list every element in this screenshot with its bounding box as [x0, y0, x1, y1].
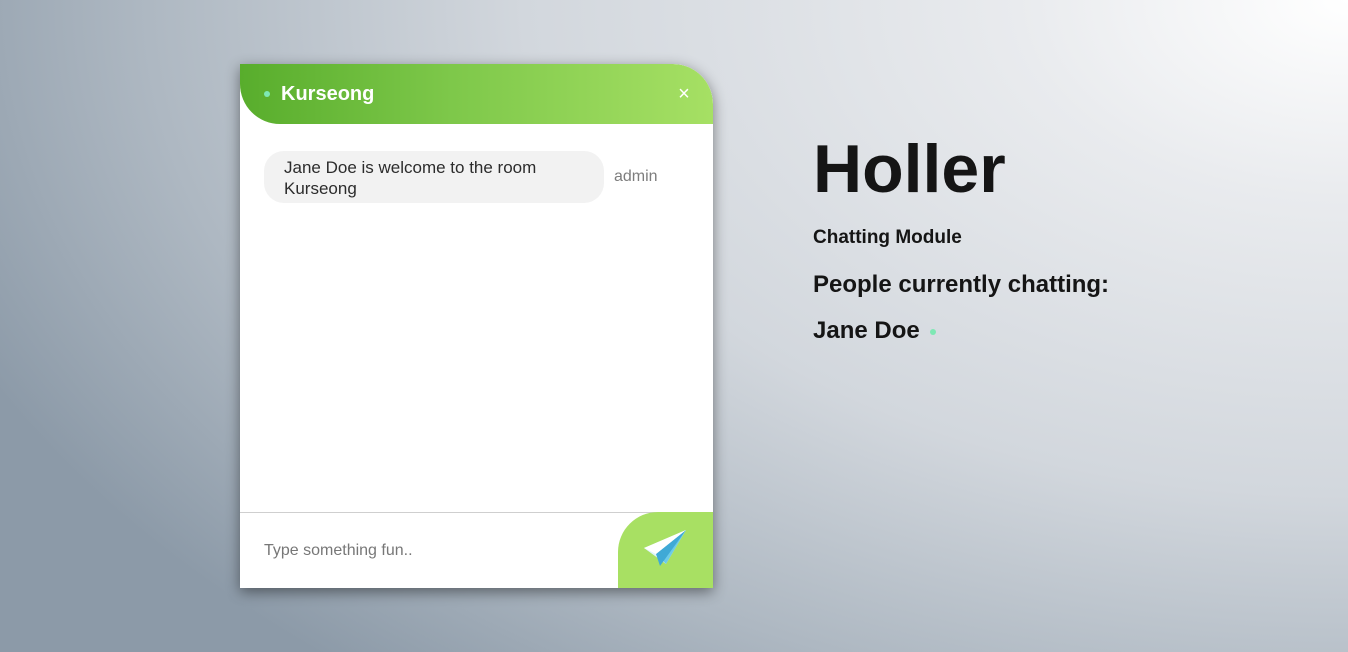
room-name: Kurseong: [281, 83, 375, 105]
message-composer: [240, 512, 713, 588]
message-bubble: Jane Doe is welcome to the room Kurseong: [264, 151, 604, 203]
chat-window: Kurseong × Jane Doe is welcome to the ro…: [240, 64, 713, 588]
message-list: Jane Doe is welcome to the room Kurseong…: [240, 124, 713, 512]
people-heading: People currently chatting:: [813, 271, 1110, 298]
person-item: Jane Doe: [813, 317, 936, 345]
person-name: Jane Doe: [813, 317, 920, 344]
paper-plane-icon: [644, 530, 686, 566]
app-title: Holler: [813, 131, 1006, 207]
online-status-icon: [264, 91, 270, 97]
app-subtitle: Chatting Module: [813, 227, 962, 248]
close-button[interactable]: ×: [674, 84, 694, 104]
chat-header: Kurseong ×: [240, 64, 713, 124]
message-input[interactable]: [240, 513, 618, 588]
people-list: Jane Doe: [813, 317, 936, 345]
send-button[interactable]: [618, 512, 713, 588]
message-sender: admin: [614, 168, 658, 185]
online-status-icon: [929, 328, 936, 335]
